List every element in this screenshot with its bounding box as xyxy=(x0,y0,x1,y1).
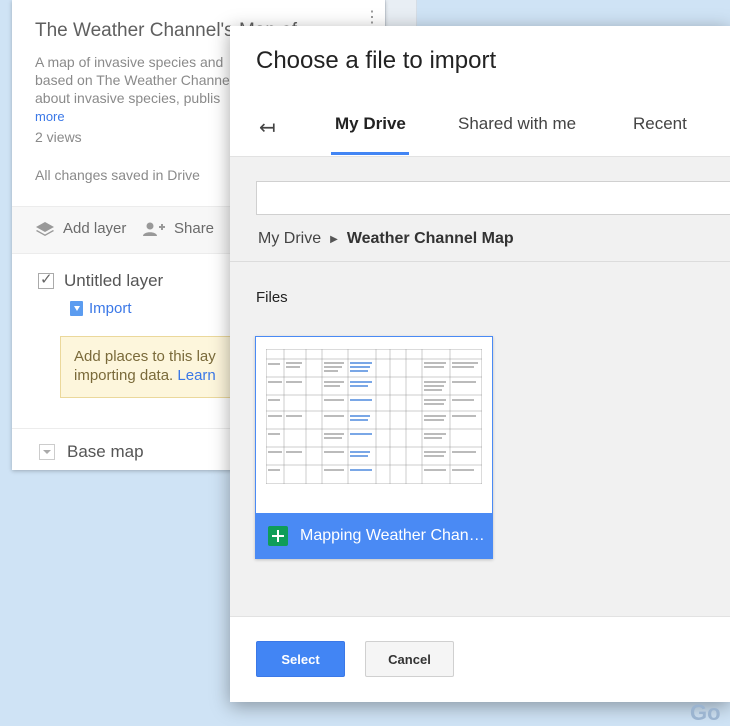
layer-name[interactable]: Untitled layer xyxy=(64,271,163,291)
dialog-tabs: ↤ My Drive Shared with me Recent xyxy=(230,96,730,156)
import-file-dialog: Choose a file to import ↤ My Drive Share… xyxy=(230,26,730,702)
file-name-bar[interactable]: Mapping Weather Chan… xyxy=(256,513,492,558)
google-logo: Go xyxy=(690,700,721,725)
base-map-row[interactable]: Base map xyxy=(39,442,144,462)
file-thumbnail xyxy=(256,337,492,514)
share-button[interactable]: Share xyxy=(142,220,214,237)
map-road xyxy=(385,0,417,26)
select-button[interactable]: Select xyxy=(256,641,345,677)
view-count: 2 views xyxy=(35,129,82,145)
learn-more-link[interactable]: Learn xyxy=(177,367,215,384)
add-person-icon xyxy=(143,222,165,236)
file-name: Mapping Weather Chan… xyxy=(300,526,485,544)
base-map-label: Base map xyxy=(67,442,144,461)
more-options-icon[interactable]: ⋮ xyxy=(364,10,380,26)
cancel-button[interactable]: Cancel xyxy=(365,641,454,677)
chevron-right-icon: ▶ xyxy=(330,233,338,245)
dialog-title: Choose a file to import xyxy=(256,47,497,74)
breadcrumb-current: Weather Channel Map xyxy=(346,230,514,247)
back-arrow-icon[interactable]: ↤ xyxy=(259,115,276,140)
layers-icon xyxy=(36,221,54,236)
share-label: Share xyxy=(174,220,215,237)
hint-text: importing data. xyxy=(74,367,174,384)
breadcrumb: My Drive ▶ Weather Channel Map xyxy=(258,230,514,248)
tab-recent[interactable]: Recent xyxy=(633,114,687,134)
file-browser: My Drive ▶ Weather Channel Map Files Map… xyxy=(230,156,730,617)
active-tab-indicator xyxy=(331,152,409,155)
import-label: Import xyxy=(89,300,132,317)
save-status: All changes saved in Drive xyxy=(35,167,200,183)
chevron-down-icon[interactable] xyxy=(39,444,55,460)
add-layer-button[interactable]: Add layer xyxy=(35,220,126,237)
file-card[interactable]: Mapping Weather Chan… xyxy=(255,336,493,559)
spreadsheet-preview xyxy=(266,349,482,484)
import-link[interactable]: Import xyxy=(70,300,132,317)
dialog-footer: Select Cancel xyxy=(230,616,730,702)
tab-my-drive[interactable]: My Drive xyxy=(335,114,406,134)
google-sheets-icon xyxy=(268,525,288,546)
layer-row[interactable]: Untitled layer xyxy=(38,270,163,291)
search-input[interactable] xyxy=(256,181,730,215)
divider xyxy=(230,261,730,262)
tab-shared-with-me[interactable]: Shared with me xyxy=(458,114,576,134)
breadcrumb-root[interactable]: My Drive xyxy=(258,230,321,248)
files-section-label: Files xyxy=(256,289,288,306)
add-layer-label: Add layer xyxy=(63,220,127,237)
layer-visibility-checkbox[interactable] xyxy=(38,270,54,289)
import-icon xyxy=(70,301,83,316)
more-link[interactable]: more xyxy=(35,109,65,124)
